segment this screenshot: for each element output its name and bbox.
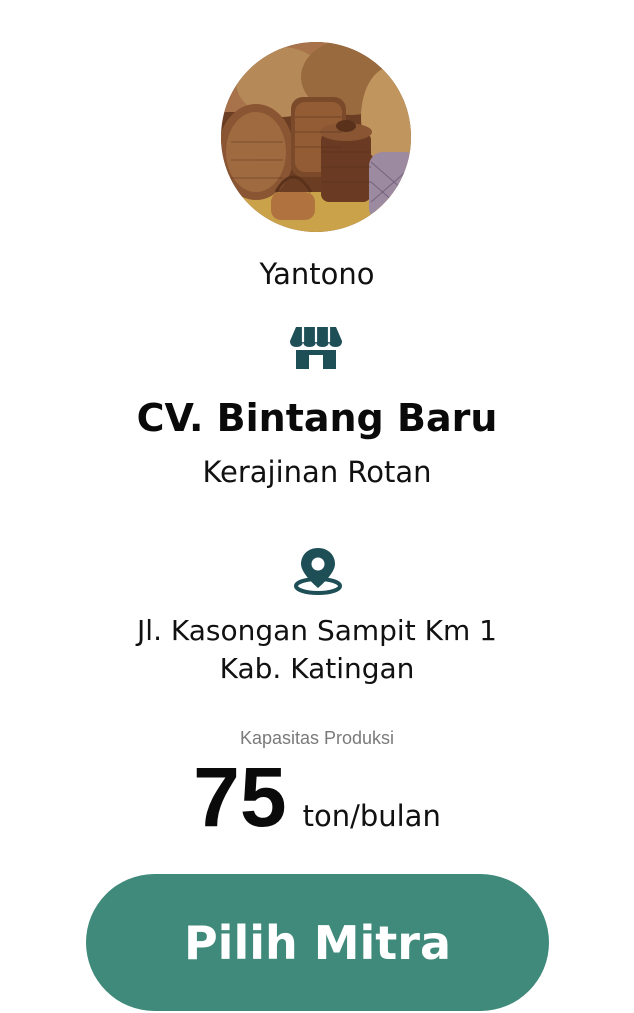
capacity-row: 75 ton/bulan	[0, 752, 634, 842]
choose-partner-button[interactable]: Pilih Mitra	[86, 874, 549, 1011]
capacity-label: Kapasitas Produksi	[239, 728, 395, 748]
store-icon	[290, 327, 342, 369]
capacity-unit: ton/bulan	[302, 799, 441, 833]
capacity-value: 75	[193, 750, 287, 844]
address-line-1: Jl. Kasongan Sampit Km 1	[137, 614, 497, 647]
location-pin-icon	[294, 548, 342, 595]
owner-name: Yantono	[259, 257, 375, 291]
company-name: CV. Bintang Baru	[136, 396, 498, 440]
rattan-baskets-photo	[221, 42, 411, 232]
address-line-2: Kab. Katingan	[219, 652, 415, 685]
avatar	[221, 42, 411, 232]
address: Jl. Kasongan Sampit Km 1 Kab. Katingan	[0, 612, 634, 688]
business-type: Kerajinan Rotan	[202, 455, 432, 489]
